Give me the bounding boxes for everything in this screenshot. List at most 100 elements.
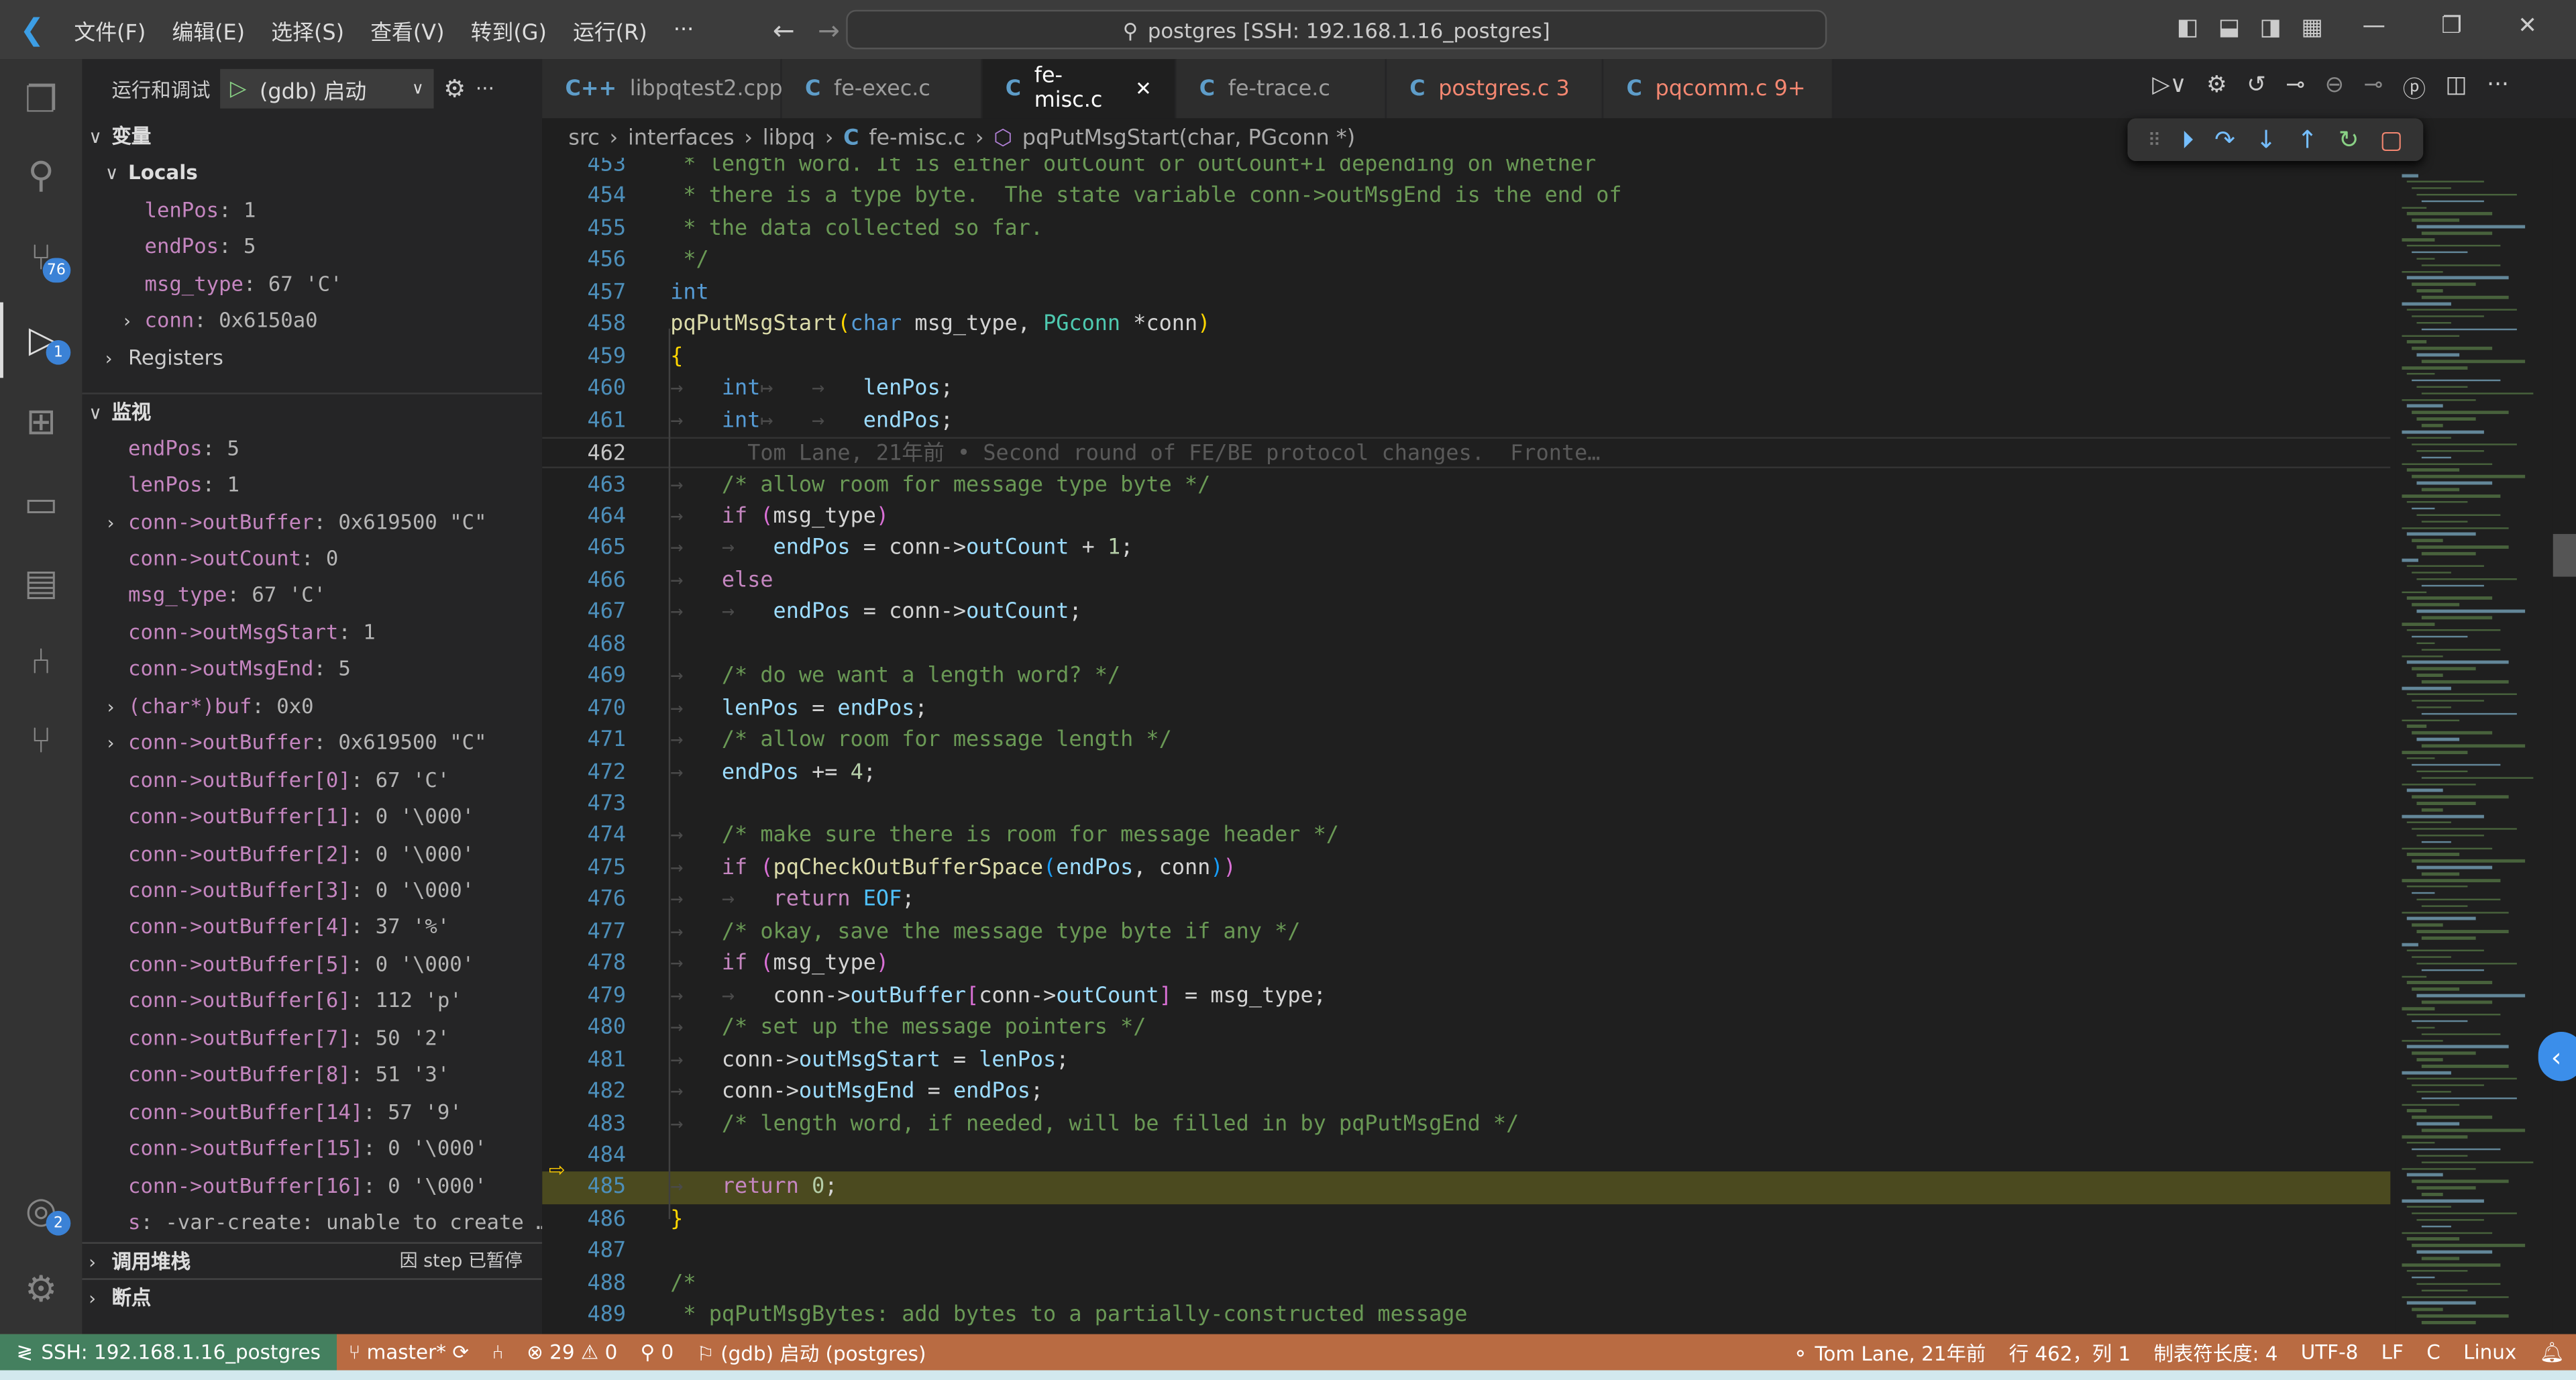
step-out-icon[interactable]: ↑ xyxy=(2297,125,2318,154)
ports-item[interactable]: ⚲ 0 xyxy=(629,1340,685,1363)
tab-pqcomm-c[interactable]: Cpqcomm.c 9+ xyxy=(1603,59,1834,119)
variable-row[interactable]: conn->outMsgEnd: 5 xyxy=(82,651,542,688)
notifications-bell-icon[interactable]: 🔔︎ xyxy=(2528,1340,2576,1363)
start-debugging-icon[interactable]: ▷ xyxy=(230,76,246,101)
cursor-position[interactable]: 行 462，列 1 xyxy=(1997,1338,2142,1367)
accounts-icon[interactable]: ◎ 2 xyxy=(0,1173,82,1249)
stop-icon[interactable]: ▢ xyxy=(2379,125,2403,154)
launch-config-select[interactable]: ▷ (gdb) 启动 ∨ xyxy=(220,68,434,109)
variable-row[interactable]: conn->outBuffer[8]: 51 '3' xyxy=(82,1057,542,1093)
os[interactable]: Linux xyxy=(2452,1340,2528,1363)
variable-row[interactable]: s: -var-create: unable to create … xyxy=(82,1204,542,1240)
variable-row[interactable]: › conn->outBuffer: 0x619500 "C" xyxy=(82,725,542,761)
more-actions-icon[interactable]: ··· xyxy=(476,77,494,100)
tab-fe-trace-c[interactable]: Cfe-trace.c xyxy=(1176,59,1387,119)
code-editor[interactable]: 453 * length word. It is either outCount… xyxy=(542,158,2576,1334)
more-menu-button[interactable]: ··· xyxy=(660,17,707,42)
call-stack-section[interactable]: › 调用堆栈 因 step 已暂停 xyxy=(82,1242,543,1279)
locals-scope-row[interactable]: ∨ Locals xyxy=(82,155,542,191)
menu-item[interactable]: 编辑(E) xyxy=(159,14,258,46)
run-debug-icon[interactable]: ▷ 1 xyxy=(0,302,82,378)
variable-row[interactable]: endPos: 5 xyxy=(82,430,542,466)
menu-item[interactable]: 选择(S) xyxy=(258,14,358,46)
forward-arrow-icon[interactable]: → xyxy=(818,14,840,46)
drag-handle-icon[interactable]: ⠿ xyxy=(2147,129,2161,150)
tab-postgres-c[interactable]: Cpostgres.c 3 xyxy=(1386,59,1604,119)
variable-row[interactable]: conn->outBuffer[6]: 112 'p' xyxy=(82,983,542,1019)
registers-row[interactable]: › Registers xyxy=(82,339,542,376)
restart-icon[interactable]: ↻ xyxy=(2339,125,2359,154)
breadcrumb-item[interactable]: fe-misc.c xyxy=(869,125,965,150)
vertical-scrollbar[interactable] xyxy=(2553,533,2576,577)
continue-icon[interactable]: ⏵ xyxy=(2182,125,2194,154)
tab-fe-exec-c[interactable]: Cfe-exec.c xyxy=(782,59,983,119)
toggle-panel-icon[interactable]: ⬓ xyxy=(2218,15,2240,41)
git-graph-icon[interactable]: ⑃ xyxy=(0,625,82,700)
remote-indicator[interactable]: ≷ SSH: 192.168.1.16_postgres xyxy=(0,1334,337,1371)
commit-icon[interactable]: ⊖ xyxy=(2324,72,2344,105)
variable-row[interactable]: lenPos: 1 xyxy=(82,192,542,228)
breadcrumb-item[interactable]: src xyxy=(568,125,599,150)
menu-item[interactable]: 查看(V) xyxy=(358,14,458,46)
variable-row[interactable]: conn->outBuffer[16]: 0 '\000' xyxy=(82,1167,542,1204)
menu-item[interactable]: 转到(G) xyxy=(458,14,559,46)
menu-item[interactable]: 文件(F) xyxy=(61,14,159,46)
breadcrumb-item[interactable]: pqPutMsgStart(char, PGconn *) xyxy=(1022,125,1355,150)
variable-row[interactable]: conn->outBuffer[2]: 0 '\000' xyxy=(82,835,542,871)
close-window-icon[interactable]: ✕ xyxy=(2518,13,2537,40)
settings-icon[interactable]: ⚙ xyxy=(2206,72,2227,105)
variable-row[interactable]: lenPos: 1 xyxy=(82,467,542,503)
variables-section[interactable]: ∨ 变量 xyxy=(82,118,542,154)
source-control-icon[interactable]: ⑂ 76 xyxy=(0,220,82,296)
breadcrumb-item[interactable]: interfaces xyxy=(628,125,735,150)
collapse-chevron-left-icon[interactable]: ‹ xyxy=(2538,1031,2576,1081)
variable-row[interactable]: conn->outBuffer[5]: 0 '\000' xyxy=(82,946,542,982)
menu-item[interactable]: 运行(R) xyxy=(559,14,660,46)
step-into-icon[interactable]: ↓ xyxy=(2256,125,2277,154)
breakpoints-section[interactable]: › 断点 xyxy=(82,1279,543,1315)
command-center-search[interactable]: ⚲ postgres [SSH: 192.168.1.16_postgres] xyxy=(846,9,1827,50)
variable-row[interactable]: conn->outBuffer[14]: 57 '9' xyxy=(82,1094,542,1130)
variable-row[interactable]: msg_type: 67 'C' xyxy=(82,578,542,614)
remote-explorer-icon[interactable]: ▭ xyxy=(0,467,82,543)
variable-row[interactable]: conn->outMsgStart: 1 xyxy=(82,615,542,651)
explorer-icon[interactable]: ❐ xyxy=(0,62,82,138)
previous-change-icon[interactable]: ⊸ xyxy=(2286,72,2305,105)
variable-row[interactable]: conn->outBuffer[1]: 0 '\000' xyxy=(82,798,542,835)
close-tab-icon[interactable]: ✕ xyxy=(1135,77,1152,100)
more-icon[interactable]: ··· xyxy=(2487,72,2509,105)
variable-row[interactable]: conn->outBuffer[4]: 37 '%' xyxy=(82,909,542,945)
blame-item[interactable]: ⚬ Tom Lane, 21年前 xyxy=(1780,1338,1997,1367)
branch-item[interactable]: ⑂ master* ⟳ xyxy=(337,1340,480,1363)
run-debug-file-icon[interactable]: ▷∨ xyxy=(2152,72,2186,105)
next-change-icon[interactable]: ⊸ xyxy=(2364,72,2383,105)
tab-libpqtest2-cpp[interactable]: C++ libpqtest2.cpp xyxy=(542,59,783,119)
folder-icon[interactable]: ▤ xyxy=(0,545,82,621)
search-icon[interactable]: ⚲ xyxy=(0,138,82,214)
minimize-icon[interactable]: — xyxy=(2363,13,2385,40)
watch-section[interactable]: ∨ 监视 xyxy=(82,392,543,429)
variable-row[interactable]: › conn->outBuffer: 0x619500 "C" xyxy=(82,504,542,540)
back-arrow-icon[interactable]: ← xyxy=(773,14,795,46)
variable-row[interactable]: › (char*)buf: 0x0 xyxy=(82,688,542,725)
step-over-icon[interactable]: ↷ xyxy=(2214,125,2235,154)
toggle-sidebar-icon[interactable]: ◧ xyxy=(2177,15,2198,41)
variable-row[interactable]: conn->outBuffer[7]: 50 '2' xyxy=(82,1020,542,1056)
minimap[interactable] xyxy=(2395,158,2553,1334)
tab-size[interactable]: 制表符长度: 4 xyxy=(2142,1338,2289,1367)
problems-item[interactable]: ⊗ 29 ⚠ 0 xyxy=(515,1340,629,1363)
toggle-secondary-sidebar-icon[interactable]: ◨ xyxy=(2260,15,2282,41)
language-mode[interactable]: C xyxy=(2415,1340,2452,1363)
customize-layout-icon[interactable]: ▦ xyxy=(2301,15,2322,41)
variable-row[interactable]: conn->outCount: 0 xyxy=(82,541,542,577)
timeline-icon[interactable]: ↺ xyxy=(2247,72,2266,105)
settings-gear-icon[interactable]: ⚙ xyxy=(0,1252,82,1328)
git-graph-status-icon[interactable]: ⑃ xyxy=(480,1340,515,1363)
debug-settings-gear-icon[interactable]: ⚙ xyxy=(443,74,466,103)
eol[interactable]: LF xyxy=(2370,1340,2416,1363)
variable-row[interactable]: endPos: 5 xyxy=(82,229,542,265)
extensions-icon[interactable]: ⊞ xyxy=(0,384,82,460)
git-icon[interactable]: ⓟ xyxy=(2403,72,2426,105)
breadcrumb-item[interactable]: libpq xyxy=(763,125,815,150)
variable-row[interactable]: conn->outBuffer[0]: 67 'C' xyxy=(82,761,542,798)
